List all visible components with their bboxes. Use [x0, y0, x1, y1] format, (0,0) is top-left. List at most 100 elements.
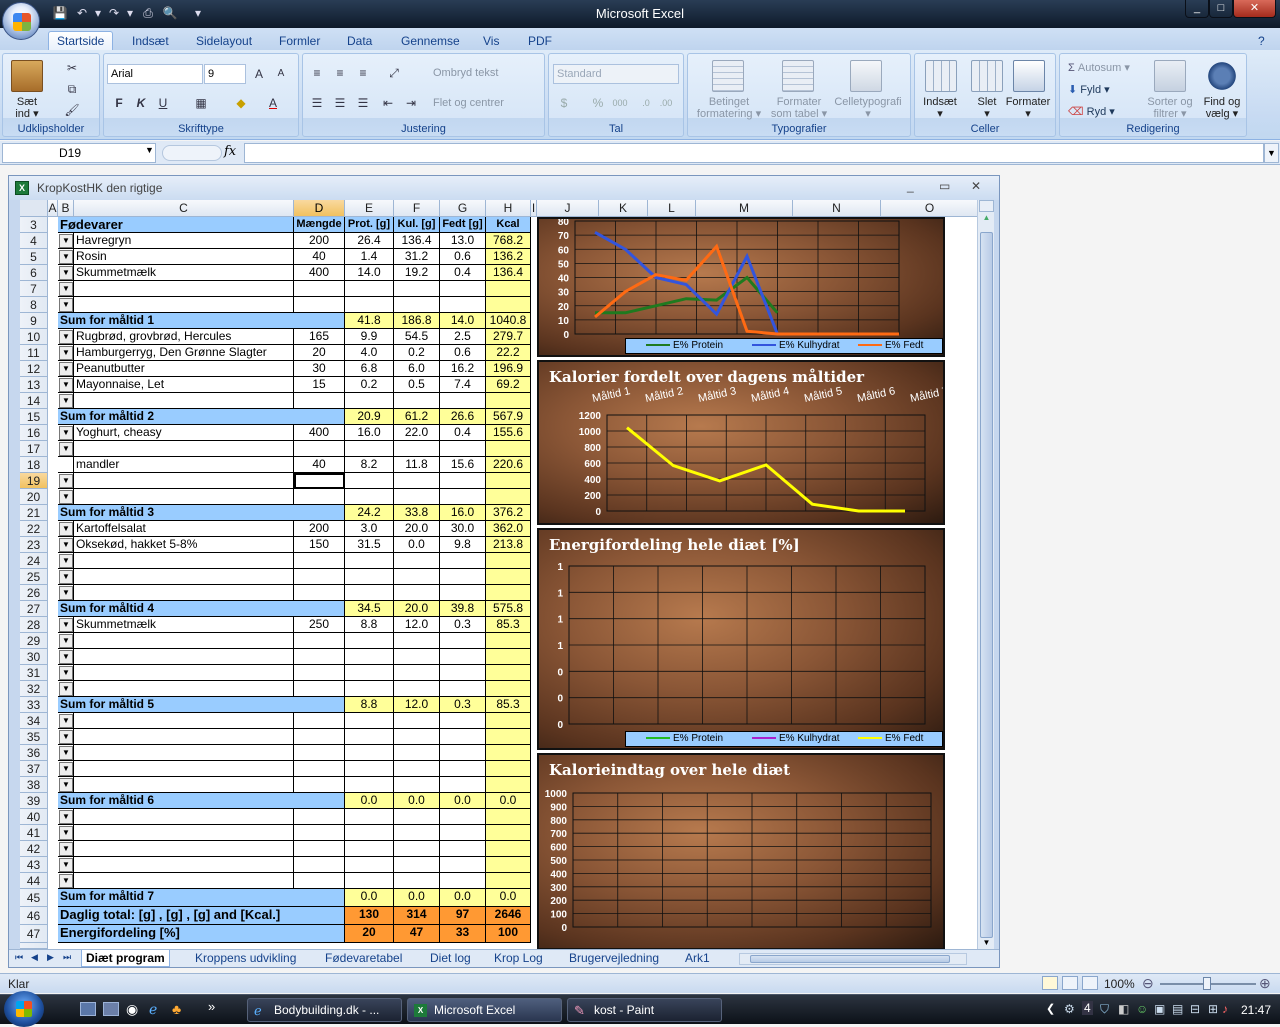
shrink-font-icon[interactable]: A — [272, 65, 290, 83]
carb-cell[interactable]: 0.0 — [394, 537, 440, 553]
row-header[interactable]: 23 — [20, 537, 48, 553]
kcal-cell[interactable] — [486, 489, 531, 505]
carb-cell[interactable]: 19.2 — [394, 265, 440, 281]
food-name-cell[interactable]: Rosin — [74, 249, 294, 265]
chart-3[interactable]: Energifordeling hele diæt [%] 0 0 0 1 1 1 1 E% P… — [537, 528, 945, 750]
carb-cell[interactable] — [394, 745, 440, 761]
sum-value-e[interactable]: 0.0 — [345, 793, 394, 809]
fat-cell[interactable] — [440, 713, 486, 729]
sum-value-h[interactable]: 100 — [486, 925, 531, 943]
protein-cell[interactable] — [345, 569, 394, 585]
protein-cell[interactable]: 8.8 — [345, 617, 394, 633]
kcal-cell[interactable] — [486, 569, 531, 585]
food-dropdown-icon[interactable]: ▼ — [59, 810, 73, 824]
select-all-corner[interactable] — [20, 200, 48, 217]
amount-cell[interactable] — [294, 681, 345, 697]
food-name-cell[interactable]: Kartoffelsalat — [74, 521, 294, 537]
column-header-d[interactable]: D — [294, 200, 345, 217]
fat-cell[interactable] — [440, 777, 486, 793]
protein-cell[interactable] — [345, 745, 394, 761]
sum-value-g[interactable]: 0.0 — [440, 793, 486, 809]
sum-value-g[interactable]: 0.0 — [440, 889, 486, 907]
tray-net-icon[interactable]: ⊟ — [1190, 1002, 1200, 1016]
amount-cell[interactable] — [294, 473, 345, 489]
amount-cell[interactable] — [294, 585, 345, 601]
redo-dropdown-icon[interactable]: ▾ — [122, 5, 138, 21]
kcal-cell[interactable]: 22.2 — [486, 345, 531, 361]
protein-cell[interactable] — [345, 665, 394, 681]
fat-cell[interactable]: 7.4 — [440, 377, 486, 393]
borders-icon[interactable]: ▦ — [192, 94, 210, 112]
sum-value-h[interactable]: 0.0 — [486, 889, 531, 907]
column-header-e[interactable]: E — [345, 200, 394, 217]
food-name-cell[interactable] — [74, 297, 294, 313]
header-fedt[interactable]: Fedt [g] — [440, 217, 486, 233]
fill-color-icon[interactable]: ◆ — [232, 94, 250, 112]
tray-net2-icon[interactable]: ⊞ — [1208, 1002, 1218, 1016]
horizontal-scroll-thumb[interactable] — [750, 955, 950, 963]
kcal-cell[interactable]: 85.3 — [486, 617, 531, 633]
kcal-cell[interactable] — [486, 777, 531, 793]
sum-value-f[interactable]: 61.2 — [394, 409, 440, 425]
tray-badge-icon[interactable]: 4 — [1082, 1001, 1093, 1015]
carb-cell[interactable] — [394, 761, 440, 777]
row-header[interactable]: 41 — [20, 825, 48, 841]
food-dropdown-icon[interactable]: ▼ — [59, 538, 73, 552]
carb-cell[interactable] — [394, 297, 440, 313]
carb-cell[interactable] — [394, 809, 440, 825]
food-name-cell[interactable] — [74, 281, 294, 297]
carb-cell[interactable] — [394, 857, 440, 873]
food-dropdown-icon[interactable]: ▼ — [59, 746, 73, 760]
sum-value-e[interactable]: 0.0 — [345, 889, 394, 907]
food-dropdown-icon[interactable]: ▼ — [59, 730, 73, 744]
protein-cell[interactable] — [345, 393, 394, 409]
food-dropdown-icon[interactable]: ▼ — [59, 842, 73, 856]
sum-label[interactable]: Sum for måltid 6 — [58, 793, 345, 809]
expand-formula-icon[interactable]: ▼ — [1264, 143, 1279, 163]
align-bottom-icon[interactable]: ≡ — [354, 64, 372, 82]
start-button[interactable] — [4, 991, 44, 1027]
align-middle-icon[interactable]: ≡ — [331, 64, 349, 82]
first-sheet-icon[interactable]: ⏮ — [15, 952, 23, 963]
food-dropdown-icon[interactable]: ▼ — [59, 346, 73, 360]
food-dropdown-icon[interactable]: ▼ — [59, 554, 73, 568]
fat-cell[interactable] — [440, 633, 486, 649]
insert-cells-button[interactable]: Indsæt ▾ — [917, 96, 963, 120]
kcal-cell[interactable] — [486, 681, 531, 697]
fill-button[interactable]: ⬇ Fyld ▾ — [1068, 83, 1110, 96]
amount-cell[interactable]: 40 — [294, 249, 345, 265]
sheet-tab-diet-log[interactable]: Diet log — [426, 950, 475, 967]
sum-label[interactable]: Sum for måltid 5 — [58, 697, 345, 713]
row-header[interactable]: 25 — [20, 569, 48, 585]
food-name-cell[interactable] — [74, 809, 294, 825]
fat-cell[interactable] — [440, 665, 486, 681]
chart-2[interactable]: Kalorier fordelt over dagens måltider 0 20… — [537, 360, 945, 525]
row-header[interactable]: 26 — [20, 585, 48, 601]
amount-cell[interactable]: 20 — [294, 345, 345, 361]
row-header[interactable]: 31 — [20, 665, 48, 681]
carb-cell[interactable] — [394, 729, 440, 745]
protein-cell[interactable] — [345, 825, 394, 841]
undo-dropdown-icon[interactable]: ▾ — [90, 5, 106, 21]
align-center-icon[interactable]: ☰ — [331, 94, 349, 112]
zoom-slider-thumb[interactable] — [1203, 977, 1211, 990]
copy-icon[interactable]: ⧉ — [63, 80, 81, 98]
amount-cell[interactable]: 15 — [294, 377, 345, 393]
protein-cell[interactable] — [345, 585, 394, 601]
amount-cell[interactable] — [294, 297, 345, 313]
carb-cell[interactable] — [394, 281, 440, 297]
amount-cell[interactable] — [294, 553, 345, 569]
sum-value-e[interactable]: 24.2 — [345, 505, 394, 521]
column-header-l[interactable]: L — [648, 200, 696, 217]
print-icon[interactable]: ⎙ — [140, 5, 156, 21]
decrease-decimal-icon[interactable]: .00 — [657, 94, 675, 112]
food-dropdown-icon[interactable]: ▼ — [59, 858, 73, 872]
sum-value-h[interactable]: 1040.8 — [486, 313, 531, 329]
carb-cell[interactable]: 20.0 — [394, 521, 440, 537]
fat-cell[interactable]: 30.0 — [440, 521, 486, 537]
food-name-cell[interactable] — [74, 553, 294, 569]
protein-cell[interactable] — [345, 649, 394, 665]
food-dropdown-icon[interactable]: ▼ — [59, 378, 73, 392]
office-button[interactable] — [2, 2, 40, 40]
kcal-cell[interactable] — [486, 585, 531, 601]
